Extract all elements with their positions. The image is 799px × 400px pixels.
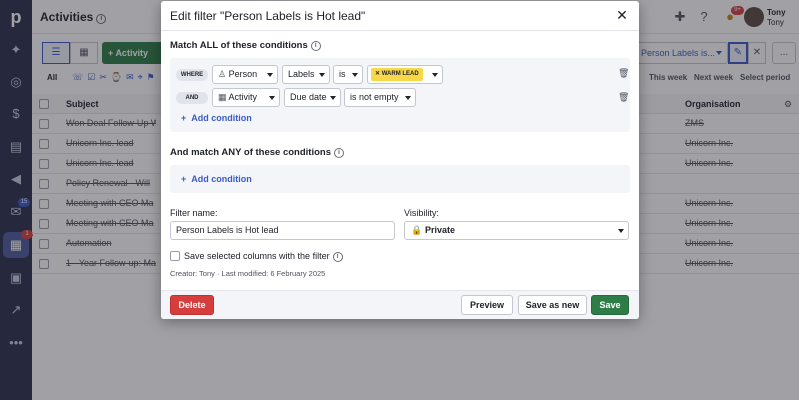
any-conditions-box: + Add condition (170, 165, 630, 193)
edit-filter-modal: Edit filter "Person Labels is Hot lead" … (161, 1, 639, 319)
all-conditions-label: Match ALL of these conditions i (170, 40, 321, 51)
info-icon[interactable]: i (332, 252, 343, 262)
chevron-down-icon (330, 96, 336, 100)
filter-name-label: Filter name: (170, 208, 218, 218)
any-conditions-label: And match ANY of these conditions i (170, 147, 344, 158)
chevron-down-icon (352, 73, 358, 77)
operator-select[interactable]: is not empty (344, 88, 416, 107)
visibility-select[interactable]: 🔒 Private (404, 221, 629, 240)
chevron-down-icon (405, 96, 411, 100)
entity-select[interactable]: ♙ Person (212, 65, 278, 84)
chevron-down-icon (319, 73, 325, 77)
preview-button[interactable]: Preview (461, 295, 513, 315)
modal-header: Edit filter "Person Labels is Hot lead" … (161, 1, 639, 31)
label-chip[interactable]: ✕ WARM LEAD (371, 68, 423, 81)
add-condition-any-button[interactable]: + Add condition (181, 174, 252, 184)
field-select[interactable]: Labels (282, 65, 330, 84)
remove-icon[interactable]: ✕ (375, 71, 380, 77)
close-icon[interactable]: ✕ (614, 7, 630, 24)
info-icon[interactable]: i (334, 148, 344, 158)
chevron-down-icon (432, 73, 438, 77)
visibility-label: Visibility: (404, 208, 439, 218)
value-select[interactable]: ✕ WARM LEAD (367, 65, 443, 84)
chevron-down-icon (618, 229, 624, 233)
chevron-down-icon (269, 96, 275, 100)
lock-icon: 🔒 (411, 225, 423, 235)
field-select[interactable]: Due date (284, 88, 341, 107)
and-tag: AND (176, 92, 208, 104)
modal-title: Edit filter "Person Labels is Hot lead" (170, 9, 366, 23)
trash-icon[interactable]: 🗑 (618, 92, 629, 103)
person-icon: ♙ (218, 69, 227, 79)
modal-footer: Delete Preview Save as new Save (161, 290, 639, 319)
filter-name-input[interactable]: Person Labels is Hot lead (170, 221, 395, 240)
save-as-new-button[interactable]: Save as new (518, 295, 587, 315)
all-conditions-box: WHERE ♙ Person Labels is ✕ WARM LEAD 🗑 A… (170, 58, 630, 132)
filter-meta: Creator: Tony · Last modified: 6 Februar… (170, 269, 326, 278)
calendar-icon: ▦ (218, 92, 227, 102)
where-tag: WHERE (176, 69, 208, 81)
save-columns-checkbox[interactable] (170, 251, 180, 261)
add-condition-all-button[interactable]: + Add condition (181, 113, 252, 123)
save-button[interactable]: Save (591, 295, 629, 315)
trash-icon[interactable]: 🗑 (618, 68, 629, 79)
chevron-down-icon (267, 73, 273, 77)
info-icon[interactable]: i (310, 41, 321, 51)
entity-select[interactable]: ▦ Activity (212, 88, 280, 107)
delete-button[interactable]: Delete (170, 295, 214, 315)
operator-select[interactable]: is (333, 65, 363, 84)
save-columns-label: Save selected columns with the filter i (184, 251, 343, 262)
